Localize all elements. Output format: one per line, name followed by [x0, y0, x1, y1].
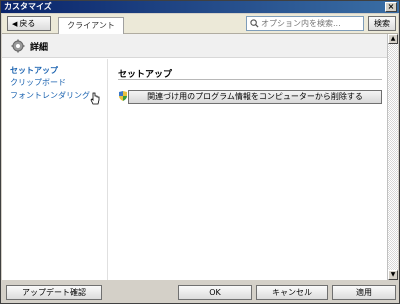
toolbar: ◀戻る クライアント 検索 [2, 14, 398, 35]
search-box[interactable] [246, 16, 364, 31]
scroll-down-icon[interactable]: ▼ [388, 270, 398, 280]
page-header: 詳細 [2, 34, 387, 58]
back-arrow-icon: ◀ [12, 20, 18, 28]
main-panel: セットアップ 関連づけ用のプログラム情報をコンピューターから削除する [109, 59, 387, 280]
sidebar-item-font-rendering[interactable]: フォントレンダリング [10, 90, 90, 102]
window-title: カスタマイズ [4, 2, 52, 11]
search-icon [250, 19, 259, 28]
back-button-label: 戻る [19, 19, 36, 28]
gear-icon [11, 39, 25, 53]
scroll-up-icon[interactable]: ▲ [388, 34, 398, 44]
back-button[interactable]: ◀ 戻る [7, 16, 51, 31]
search-button[interactable]: 検索 [368, 16, 396, 31]
apply-button[interactable]: 適用 [332, 285, 396, 300]
section-divider [118, 79, 382, 80]
search-input[interactable] [261, 18, 361, 29]
vertical-scrollbar[interactable]: ▲ ▼ [387, 34, 398, 280]
shield-icon [119, 91, 127, 101]
close-button[interactable]: × [385, 2, 397, 12]
cancel-button[interactable]: キャンセル [256, 285, 328, 300]
tab-client[interactable]: クライアント [58, 17, 124, 35]
ok-button[interactable]: OK [178, 285, 252, 300]
check-update-button[interactable]: アップデート確認 [6, 285, 102, 300]
sidebar-item-setup[interactable]: セットアップ [10, 65, 58, 77]
footer: アップデート確認 OK キャンセル 適用 [2, 281, 398, 303]
page-title: 詳細 [30, 43, 49, 53]
sidebar-item-clipboard[interactable]: クリップボード [10, 77, 66, 89]
customize-window: カスタマイズ × ◀戻る クライアント 検索 詳細 [0, 0, 400, 304]
remove-association-button[interactable]: 関連づけ用のプログラム情報をコンピューターから削除する [128, 90, 382, 104]
hand-cursor-icon [90, 92, 100, 105]
title-bar: カスタマイズ × [1, 1, 399, 13]
content-area: 詳細 セットアップ クリップボード フォントレンダリング セットアップ 関連づけ… [2, 34, 387, 280]
